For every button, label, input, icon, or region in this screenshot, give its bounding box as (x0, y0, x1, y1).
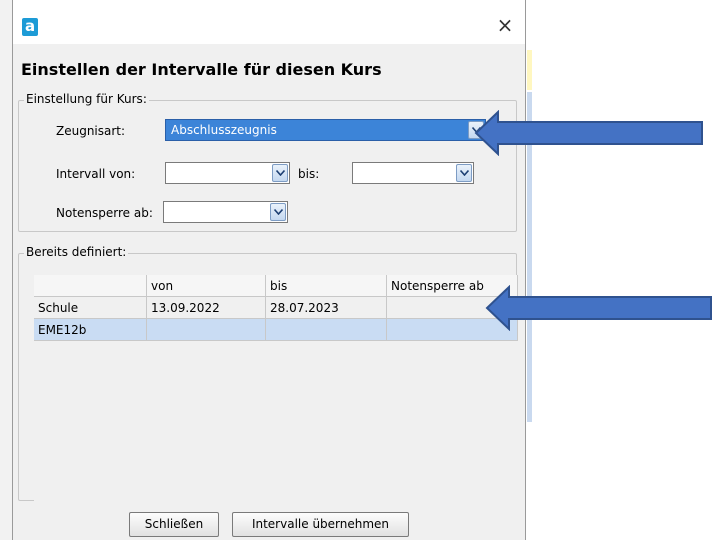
background-highlight-strip (527, 50, 532, 90)
apply-intervals-button[interactable]: Intervalle übernehmen (232, 512, 409, 537)
app-logo-icon: a (22, 18, 38, 36)
bis-label: bis: (298, 167, 320, 181)
chevron-down-icon[interactable] (270, 203, 286, 221)
zeugnisart-label: Zeugnisart: (56, 124, 126, 138)
table-row[interactable]: Schule 13.09.2022 28.07.2023 (34, 297, 518, 319)
table-header-row: von bis Notensperre ab (34, 275, 518, 297)
background-window (527, 0, 721, 540)
annotation-arrow (474, 110, 703, 156)
notensperre-label: Notensperre ab: (56, 206, 153, 220)
dialog-title: Einstellen der Intervalle für diesen Kur… (21, 60, 382, 79)
column-header-bis[interactable]: bis (266, 275, 387, 297)
notensperre-select[interactable] (163, 201, 288, 223)
chevron-down-icon[interactable] (272, 164, 288, 182)
intervall-von-select[interactable] (165, 162, 290, 184)
defined-intervals-legend: Bereits definiert: (24, 245, 129, 259)
column-header[interactable] (34, 275, 147, 297)
annotation-arrow (485, 285, 712, 331)
title-bar: a × (13, 0, 525, 44)
bis-select[interactable] (352, 162, 474, 184)
intervals-table: von bis Notensperre ab Schule 13.09.2022… (34, 275, 518, 501)
interval-dialog: a × Einstellen der Intervalle für diesen… (12, 0, 526, 540)
table-cell (266, 319, 387, 341)
close-icon[interactable]: × (493, 14, 517, 38)
table-cell: Schule (34, 297, 147, 319)
table-cell (147, 319, 266, 341)
table-cell: EME12b (34, 319, 147, 341)
chevron-down-icon[interactable] (456, 164, 472, 182)
zeugnisart-value: Abschlusszeugnis (171, 123, 277, 137)
column-header-von[interactable]: von (147, 275, 266, 297)
table-row[interactable]: EME12b (34, 319, 518, 341)
intervall-von-label: Intervall von: (56, 167, 136, 181)
table-cell: 28.07.2023 (266, 297, 387, 319)
zeugnisart-select[interactable]: Abschlusszeugnis (165, 119, 486, 141)
close-button[interactable]: Schließen (129, 512, 219, 537)
table-cell: 13.09.2022 (147, 297, 266, 319)
course-settings-legend: Einstellung für Kurs: (24, 92, 149, 106)
